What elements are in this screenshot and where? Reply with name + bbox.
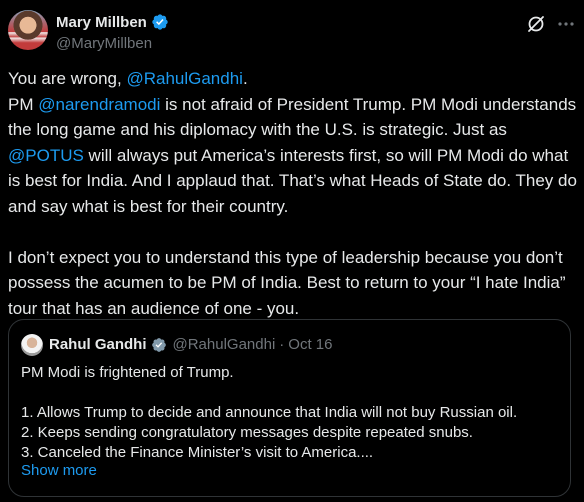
verified-badge-icon — [151, 337, 166, 352]
mention-potus[interactable]: @POTUS — [8, 146, 84, 165]
quoted-line: 1. Allows Trump to decide and announce t… — [21, 404, 518, 421]
quoted-author-header: Rahul Gandhi @RahulGandhi · Oct 16 — [49, 336, 332, 353]
quoted-author-handle[interactable]: @RahulGandhi — [173, 336, 276, 353]
more-options-icon[interactable] — [556, 14, 576, 34]
quoted-tweet-card[interactable]: Rahul Gandhi @RahulGandhi · Oct 16 PM Mo… — [8, 319, 571, 497]
tweet-paragraph-2: PM @narendramodi is not afraid of Presid… — [8, 94, 577, 216]
quoted-line: 3. Canceled the Finance Minister’s visit… — [21, 444, 374, 461]
author-display-name[interactable]: Mary Millben — [56, 14, 147, 31]
tweet-line-1: You are wrong, @RahulGandhi. — [8, 69, 248, 88]
quoted-author-avatar[interactable] — [21, 334, 43, 356]
mention-rahulgandhi[interactable]: @RahulGandhi — [126, 69, 243, 88]
quoted-author-name[interactable]: Rahul Gandhi — [49, 336, 147, 353]
quoted-date[interactable]: Oct 16 — [288, 336, 332, 353]
show-more-link[interactable]: Show more — [21, 462, 97, 479]
quoted-line: PM Modi is frightened of Trump. — [21, 364, 234, 381]
tweet-text: You are wrong, @RahulGandhi. PM @narendr… — [8, 66, 580, 321]
mention-narendramodi[interactable]: @narendramodi — [38, 95, 160, 114]
grok-icon[interactable] — [526, 14, 546, 34]
quoted-text: PM Modi is frightened of Trump. 1. Allow… — [21, 363, 561, 463]
author-name[interactable]: Mary Millben — [56, 13, 169, 31]
tweet-paragraph-3: I don’t expect you to understand this ty… — [8, 247, 566, 318]
verified-badge-icon — [152, 14, 168, 30]
author-handle[interactable]: @MaryMillben — [56, 35, 152, 52]
author-avatar[interactable] — [8, 10, 48, 50]
quoted-line: 2. Keeps sending congratulatory messages… — [21, 424, 473, 441]
separator-dot: · — [279, 336, 285, 353]
